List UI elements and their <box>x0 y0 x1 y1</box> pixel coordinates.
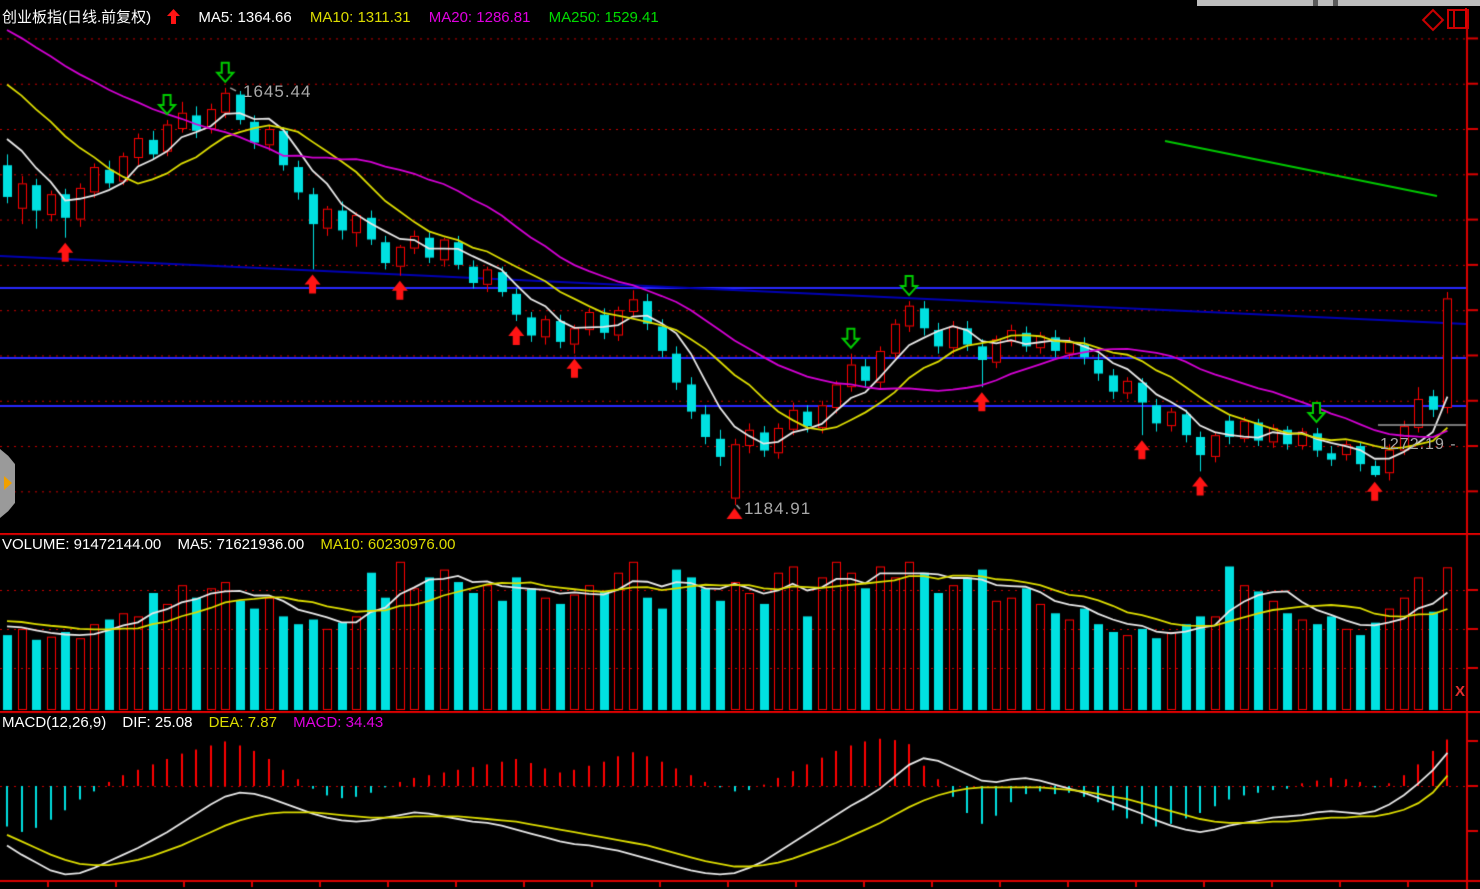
up-arrow-icon <box>167 9 180 28</box>
volume-ma5-value: MA5: 71621936.00 <box>177 536 304 553</box>
volume-header: VOLUME: 91472144.00 MA5: 71621936.00 MA1… <box>2 536 456 553</box>
kline-header: 创业板指(日线.前复权) MA5: 1364.66 MA10: 1311.31 … <box>2 6 673 28</box>
window-edge-strip <box>1197 0 1480 6</box>
ma10-value: MA10: 1311.31 <box>310 9 411 26</box>
macd-chart-canvas[interactable] <box>0 711 1480 889</box>
high-price-annotation: 1645.44 <box>243 82 311 102</box>
ma20-value: MA20: 1286.81 <box>429 9 531 26</box>
strip-notch <box>1313 0 1318 6</box>
price-axis-top <box>1465 8 1467 28</box>
volume-chart-canvas[interactable] <box>0 533 1480 711</box>
macd-header: MACD(12,26,9) DIF: 25.08 DEA: 7.87 MACD:… <box>2 714 383 731</box>
low-price-annotation: 1184.91 <box>744 499 811 519</box>
volume-value: VOLUME: 91472144.00 <box>2 536 161 553</box>
volume-ma10-value: MA10: 60230976.00 <box>320 536 455 553</box>
macd-indicator-name: MACD(12,26,9) <box>2 714 106 731</box>
kline-chart-canvas[interactable] <box>0 28 1480 533</box>
level-price-annotation: 1272.19 - <box>1380 436 1457 454</box>
split-window-divider <box>1453 11 1455 27</box>
macd-value: MACD: 34.43 <box>293 714 383 731</box>
volume-panel-close-button[interactable]: X <box>1455 684 1465 699</box>
strip-notch <box>1333 0 1338 6</box>
expand-arrow-icon <box>4 476 12 490</box>
ma250-value: MA250: 1529.41 <box>549 9 659 26</box>
ma5-value: MA5: 1364.66 <box>198 9 291 26</box>
dif-value: DIF: 25.08 <box>122 714 192 731</box>
symbol-title: 创业板指(日线.前复权) <box>2 9 151 26</box>
dea-value: DEA: 7.87 <box>209 714 277 731</box>
